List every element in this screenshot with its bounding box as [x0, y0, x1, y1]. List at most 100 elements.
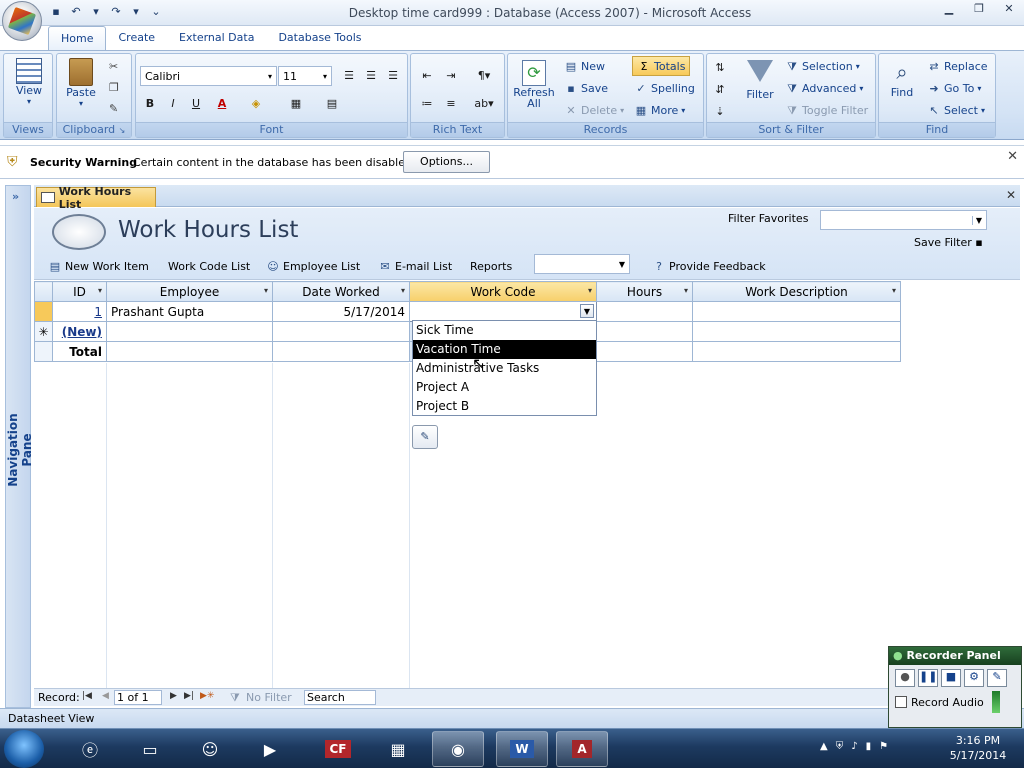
font-family-select[interactable]: Calibri ▾ — [140, 66, 277, 86]
employee-list-link[interactable]: ☺ Employee List — [266, 256, 360, 276]
sort-descending-icon[interactable]: ⇵ — [710, 80, 730, 100]
record-position-field[interactable]: 1 of 1 — [114, 690, 162, 705]
security-tray-icon[interactable]: ⛨ — [836, 741, 844, 752]
replace-button[interactable]: ⇄ Replace — [927, 56, 987, 76]
expand-pane-icon[interactable]: » — [12, 190, 19, 203]
font-color-icon[interactable]: A — [212, 94, 232, 114]
underline-icon[interactable]: U — [186, 94, 206, 114]
filter-button[interactable]: Filter — [737, 60, 783, 101]
new-row-cell[interactable]: (New) — [52, 321, 107, 342]
advanced-button[interactable]: ⧩ Advanced ▾ — [785, 78, 863, 98]
fill-color-icon[interactable]: ◈ — [246, 94, 266, 114]
align-right-icon[interactable]: ☰ — [383, 66, 403, 86]
explorer-icon[interactable]: ▭ — [124, 731, 176, 767]
find-button[interactable]: ⌕ Find — [882, 60, 922, 99]
column-header-date-worked[interactable]: Date Worked ▾ — [272, 281, 410, 302]
dropdown-option-project-a[interactable]: Project A — [413, 378, 596, 397]
customize-qat-icon[interactable]: ⌄ — [148, 5, 164, 19]
tab-database-tools[interactable]: Database Tools — [266, 26, 373, 50]
undo-icon[interactable]: ↶ — [68, 5, 84, 19]
total-cell[interactable] — [272, 341, 410, 362]
edit-list-items-icon[interactable]: ✎ — [412, 425, 438, 449]
email-list-link[interactable]: ✉ E-mail List — [378, 256, 452, 276]
stop-icon[interactable]: ■ — [941, 669, 961, 687]
navigation-pane[interactable]: » Navigation Pane — [5, 185, 34, 708]
pause-icon[interactable]: ❚❚ — [918, 669, 938, 687]
column-header-work-code[interactable]: Work Code ▾ — [409, 281, 597, 302]
new-row-asterisk-icon[interactable]: ✳ — [34, 321, 53, 342]
id-cell[interactable]: 1 — [52, 301, 107, 322]
clear-sort-icon[interactable]: ⇣ — [710, 102, 730, 122]
dropdown-option-administrative-tasks[interactable]: Administrative Tasks — [413, 359, 596, 378]
save-filter-button[interactable]: Save Filter ▪ — [914, 236, 983, 249]
save-icon[interactable]: ▪ — [48, 5, 64, 19]
tab-home[interactable]: Home — [48, 26, 107, 50]
redo-dropdown-icon[interactable]: ▾ — [128, 5, 144, 19]
column-header-employee[interactable]: Employee ▾ — [106, 281, 273, 302]
selection-button[interactable]: ⧩ Selection ▾ — [785, 56, 860, 76]
dropdown-option-sick-time[interactable]: Sick Time — [413, 321, 596, 340]
numbering-icon[interactable]: ≡ — [441, 94, 461, 114]
first-record-icon[interactable]: |◀ — [82, 691, 92, 701]
column-header-id[interactable]: ID ▾ — [52, 281, 107, 302]
total-cell[interactable] — [106, 341, 273, 362]
dialog-launcher-icon[interactable]: ↘ — [119, 126, 126, 135]
ie-icon[interactable]: ⓔ — [64, 731, 116, 767]
toggle-filter-button[interactable]: ⧩ Toggle Filter — [785, 100, 868, 120]
new-record-button[interactable]: ▤ New — [564, 56, 605, 76]
options-button[interactable]: Options... — [403, 151, 490, 173]
work-description-cell[interactable] — [692, 321, 901, 342]
bold-icon[interactable]: B — [140, 94, 160, 114]
redo-icon[interactable]: ↷ — [108, 5, 124, 19]
font-size-select[interactable]: 11 ▾ — [278, 66, 332, 86]
search-input[interactable]: Search — [304, 690, 376, 705]
no-filter-label[interactable]: No Filter — [246, 691, 292, 704]
column-header-work-description[interactable]: Work Description ▾ — [692, 281, 901, 302]
hours-cell[interactable] — [596, 321, 693, 342]
select-button[interactable]: ↖ Select ▾ — [927, 100, 985, 120]
minimize-icon[interactable]: ▁ — [938, 2, 960, 18]
alternate-fill-icon[interactable]: ▤ — [322, 94, 342, 114]
sort-ascending-icon[interactable]: ⇅ — [710, 58, 730, 78]
row-selector[interactable] — [34, 301, 53, 322]
no-filter-icon[interactable]: ⧩ — [230, 691, 240, 705]
reports-select[interactable]: ▼ — [534, 254, 630, 274]
network-icon[interactable]: ▮ — [866, 741, 872, 752]
copy-icon[interactable]: ❐ — [109, 81, 119, 94]
italic-icon[interactable]: I — [163, 94, 183, 114]
date-worked-cell[interactable] — [272, 321, 410, 342]
office-button[interactable] — [2, 1, 42, 41]
record-icon[interactable]: ● — [895, 669, 915, 687]
highlight-text-icon[interactable]: ab▾ — [469, 94, 499, 114]
media-icon[interactable]: ▶ — [244, 731, 296, 767]
messenger-icon[interactable]: ☺ — [184, 731, 236, 767]
tab-external-data[interactable]: External Data — [167, 26, 266, 50]
more-button[interactable]: ▦ More ▾ — [634, 100, 686, 120]
close-icon[interactable]: ✕ — [1007, 149, 1018, 164]
chevron-down-icon[interactable]: ▾ — [588, 286, 592, 295]
clock[interactable]: 3:16 PM 5/17/2014 — [938, 733, 1018, 763]
access-icon[interactable]: A — [556, 731, 608, 767]
provide-feedback-link[interactable]: ? Provide Feedback — [652, 256, 766, 276]
decrease-indent-icon[interactable]: ⇤ — [417, 66, 437, 86]
dropdown-option-project-b[interactable]: Project B — [413, 397, 596, 416]
paste-button[interactable]: Paste ▾ — [61, 58, 101, 108]
work-description-cell[interactable] — [692, 301, 901, 322]
delete-record-button[interactable]: ✕ Delete ▾ — [564, 100, 624, 120]
dropdown-option-vacation-time[interactable]: Vacation Time — [413, 340, 596, 359]
calculator-icon[interactable]: ▦ — [372, 731, 424, 767]
record-audio-checkbox[interactable] — [895, 696, 907, 708]
chevron-down-icon[interactable]: ▾ — [401, 286, 405, 295]
paragraph-direction-icon[interactable]: ¶▾ — [469, 66, 499, 86]
align-center-icon[interactable]: ☰ — [361, 66, 381, 86]
work-code-list-link[interactable]: Work Code List — [168, 256, 250, 276]
volume-icon[interactable]: ♪ — [851, 741, 857, 752]
cut-icon[interactable]: ✂ — [109, 60, 118, 73]
close-icon[interactable]: ✕ — [998, 2, 1020, 18]
date-worked-cell[interactable]: 5/17/2014 — [272, 301, 410, 322]
bullets-icon[interactable]: ≔ — [417, 94, 437, 114]
total-cell[interactable] — [692, 341, 901, 362]
chevron-down-icon[interactable]: ▾ — [684, 286, 688, 295]
new-work-item-link[interactable]: ▤ New Work Item — [48, 256, 149, 276]
restore-icon[interactable]: ❐ — [968, 2, 990, 18]
